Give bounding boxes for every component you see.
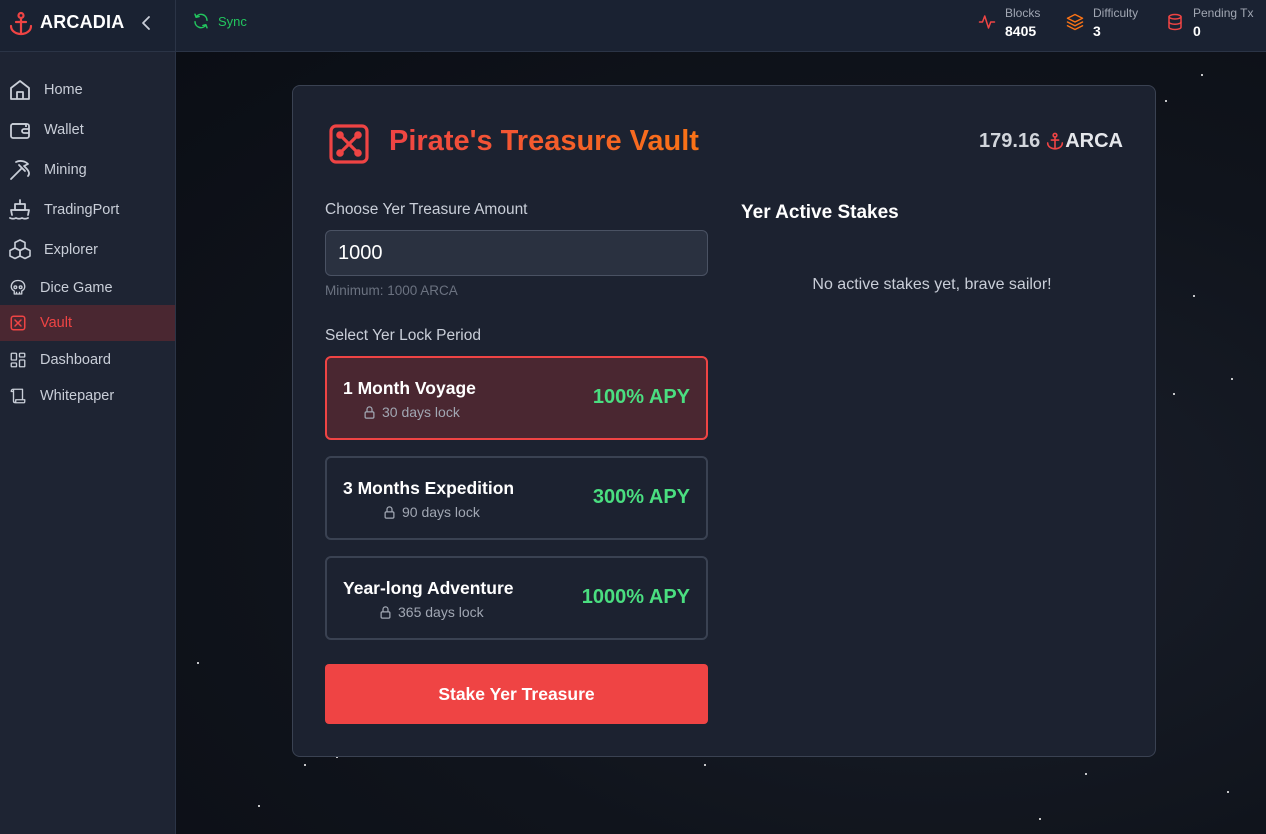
page-title: Pirate's Treasure Vault	[389, 125, 699, 157]
period-option-1-month[interactable]: 1 Month Voyage 30 days lock 100% APY	[325, 356, 708, 440]
anchor-icon	[1047, 132, 1064, 150]
vault-icon	[10, 315, 26, 331]
dashboard-icon	[10, 352, 26, 368]
sidebar-item-wallet[interactable]: Wallet	[0, 112, 175, 148]
amount-label: Choose Yer Treasure Amount	[325, 201, 528, 218]
sidebar-item-explorer[interactable]: Explorer	[0, 232, 175, 268]
amount-input[interactable]	[325, 230, 708, 276]
sidebar-item-whitepaper[interactable]: Whitepaper	[0, 378, 175, 414]
period-apy: 1000% APY	[581, 586, 690, 608]
sidebar-item-dice-game[interactable]: Dice Game	[0, 270, 175, 306]
pickaxe-icon	[10, 160, 30, 180]
lock-icon	[380, 605, 391, 619]
stat-label: Difficulty	[1093, 6, 1139, 20]
period-lock: 30 days lock	[362, 404, 460, 420]
balance-display: 179.16 ARCA	[979, 130, 1123, 153]
scroll-icon	[10, 388, 26, 404]
stake-button[interactable]: Stake Yer Treasure	[325, 664, 708, 724]
period-option-3-months[interactable]: 3 Months Expedition 90 days lock 300% AP…	[325, 456, 708, 540]
brand-name: ARCADIA	[40, 12, 125, 32]
period-name: Year-long Adventure	[343, 578, 514, 598]
sidebar: Home Wallet Mining TradingPort Explorer …	[0, 52, 176, 834]
sidebar-item-dashboard[interactable]: Dashboard	[0, 342, 175, 378]
period-lock: 365 days lock	[378, 604, 484, 620]
active-stakes-empty: No active stakes yet, brave sailor!	[812, 276, 1052, 293]
period-lock-text: 90 days lock	[402, 504, 480, 520]
main-content: Pirate's Treasure Vault 179.16 ARCA Choo…	[176, 52, 1266, 834]
top-bar: ARCADIA Sync Blocks 8405 Difficulty 3 Pe…	[0, 0, 1266, 52]
star	[1039, 818, 1041, 820]
database-icon	[1168, 13, 1182, 31]
period-lock: 90 days lock	[382, 504, 480, 520]
lock-icon	[364, 405, 375, 419]
lock-icon	[384, 505, 395, 519]
sidebar-item-label: Whitepaper	[40, 388, 115, 404]
sync-label: Sync	[218, 13, 247, 29]
chevron-left-icon[interactable]	[139, 14, 153, 32]
star	[197, 662, 199, 664]
stat-value: 3	[1093, 23, 1101, 39]
star	[1231, 378, 1233, 380]
star	[1173, 393, 1175, 395]
sidebar-item-label: Wallet	[44, 122, 84, 138]
active-stakes-title: Yer Active Stakes	[741, 202, 899, 223]
sidebar-item-label: TradingPort	[44, 202, 120, 218]
sync-button[interactable]: Sync	[192, 12, 247, 30]
home-icon	[10, 80, 30, 100]
balance-value: 179.16	[979, 130, 1041, 152]
layers-icon	[1066, 13, 1084, 31]
star	[1193, 295, 1195, 297]
minimum-note: Minimum: 1000 ARCA	[325, 283, 458, 298]
period-apy: 300% APY	[592, 486, 690, 508]
sidebar-item-tradingport[interactable]: TradingPort	[0, 192, 175, 228]
period-apy: 100% APY	[592, 386, 690, 408]
sidebar-item-label: Vault	[40, 315, 72, 331]
sidebar-item-label: Dice Game	[40, 280, 113, 296]
stat-value: 8405	[1005, 23, 1037, 39]
star	[704, 764, 706, 766]
boxes-icon	[9, 239, 31, 260]
star	[304, 764, 306, 766]
sidebar-item-label: Mining	[44, 162, 87, 178]
sidebar-item-label: Explorer	[44, 242, 98, 258]
period-name: 3 Months Expedition	[343, 478, 515, 498]
ship-icon	[9, 199, 30, 220]
star	[1201, 74, 1203, 76]
activity-icon	[978, 15, 996, 29]
period-name: 1 Month Voyage	[343, 378, 476, 398]
stat-value: 0	[1193, 23, 1201, 39]
sidebar-item-mining[interactable]: Mining	[0, 152, 175, 188]
balance-unit: ARCA	[1065, 130, 1123, 152]
star	[258, 805, 260, 807]
refresh-icon	[194, 13, 208, 29]
skull-icon	[10, 279, 26, 295]
anchor-icon	[9, 11, 33, 36]
period-lock-text: 30 days lock	[382, 404, 460, 420]
star	[1227, 791, 1229, 793]
period-option-year[interactable]: Year-long Adventure 365 days lock 1000% …	[325, 556, 708, 640]
star	[1165, 100, 1167, 102]
sidebar-item-label: Home	[44, 82, 83, 98]
sidebar-item-home[interactable]: Home	[0, 72, 175, 108]
vault-card: Pirate's Treasure Vault 179.16 ARCA Choo…	[292, 85, 1156, 757]
period-lock-text: 365 days lock	[398, 604, 484, 620]
period-label: Select Yer Lock Period	[325, 327, 481, 344]
wallet-icon	[10, 123, 30, 139]
brand: ARCADIA	[0, 0, 176, 52]
sidebar-item-label: Dashboard	[40, 352, 111, 368]
stat-label: Blocks	[1005, 6, 1041, 20]
star	[1085, 773, 1087, 775]
sidebar-item-vault[interactable]: Vault	[0, 305, 175, 341]
vault-icon	[329, 124, 369, 164]
stat-label: Pending Tx	[1193, 6, 1254, 20]
